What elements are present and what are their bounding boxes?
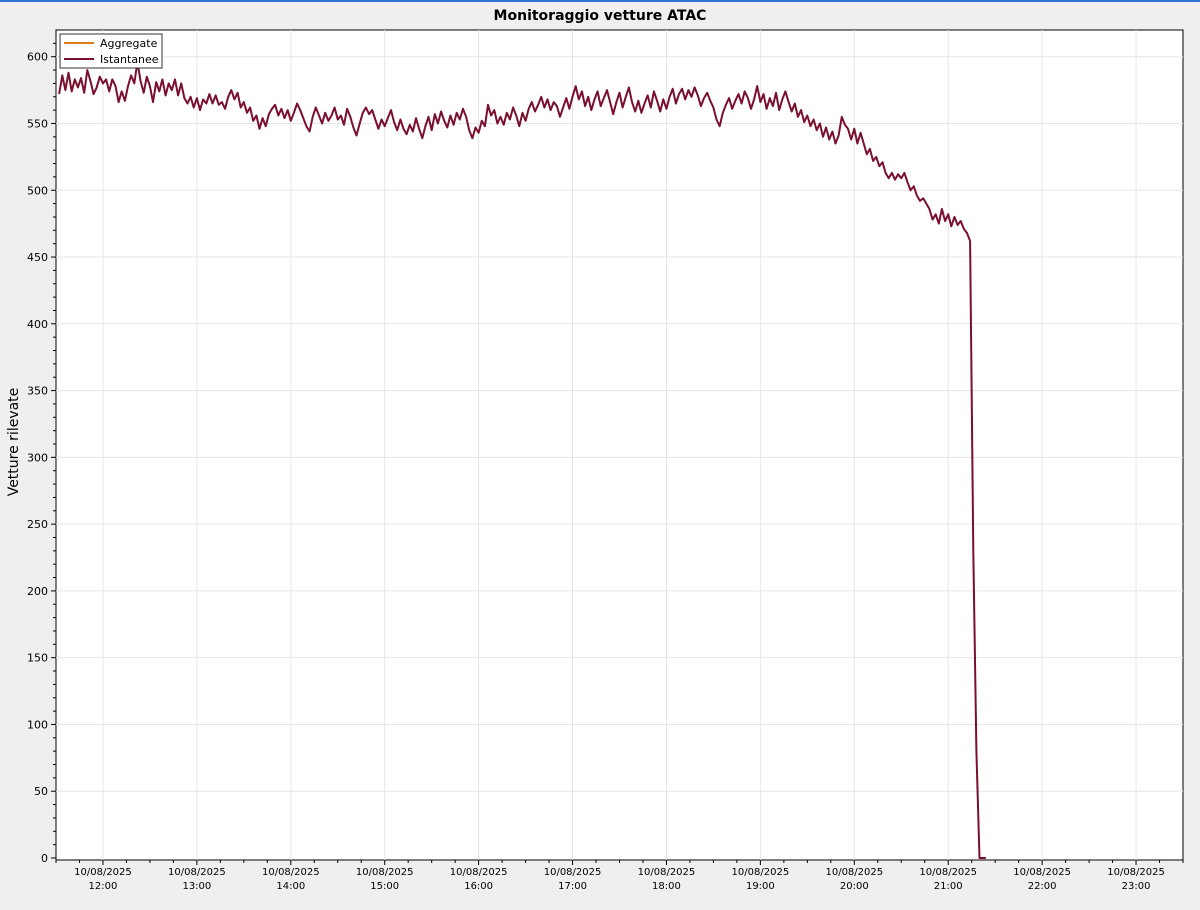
x-tick-date: 10/08/2025 [638, 867, 696, 878]
x-tick-time: 19:00 [746, 881, 775, 892]
x-tick-date: 10/08/2025 [919, 867, 977, 878]
x-tick-time: 15:00 [370, 881, 399, 892]
y-tick-label: 0 [41, 852, 48, 865]
y-tick-label: 100 [27, 718, 48, 731]
y-tick-label: 550 [27, 117, 48, 130]
y-tick-label: 400 [27, 318, 48, 331]
line-chart: 0 50 100 150 200 250 300 350 400 450 500 550 600 10/… [27, 29, 1184, 892]
x-tick-time: 23:00 [1122, 881, 1151, 892]
x-tick-date: 10/08/2025 [1013, 867, 1071, 878]
x-tick-time: 14:00 [276, 881, 305, 892]
x-tick-date: 10/08/2025 [262, 867, 320, 878]
y-tick-label: 250 [27, 518, 48, 531]
x-axis: 10/08/2025 12:00 10/08/2025 13:00 10/08/2025… [55, 860, 1184, 892]
legend-label-aggregate: Aggregate [100, 37, 158, 50]
y-axis: 0 50 100 150 200 250 300 350 400 450 500 550 600 [27, 42, 56, 865]
x-tick-time: 21:00 [934, 881, 963, 892]
plot-area [55, 29, 1184, 861]
y-tick-label: 300 [27, 451, 48, 464]
x-tick-date: 10/08/2025 [1107, 867, 1165, 878]
x-tick-date: 10/08/2025 [732, 867, 790, 878]
y-tick-label: 350 [27, 385, 48, 398]
x-tick-time: 12:00 [89, 881, 118, 892]
y-tick-label: 200 [27, 585, 48, 598]
x-tick-time: 20:00 [840, 881, 869, 892]
y-tick-label: 50 [34, 785, 48, 798]
legend-label-istantanee: Istantanee [100, 53, 159, 66]
x-tick-time: 17:00 [558, 881, 587, 892]
x-tick-date: 10/08/2025 [356, 867, 414, 878]
x-tick-date: 10/08/2025 [825, 867, 883, 878]
x-tick-date: 10/08/2025 [450, 867, 508, 878]
y-tick-label: 450 [27, 251, 48, 264]
x-tick-time: 16:00 [464, 881, 493, 892]
x-tick-date: 10/08/2025 [544, 867, 602, 878]
x-tick-date: 10/08/2025 [74, 867, 132, 878]
y-tick-label: 600 [27, 51, 48, 64]
y-tick-label: 500 [27, 184, 48, 197]
y-tick-label: 150 [27, 652, 48, 665]
legend: Aggregate Istantanee [59, 33, 163, 69]
x-tick-time: 13:00 [182, 881, 211, 892]
x-tick-time: 18:00 [652, 881, 681, 892]
x-tick-time: 22:00 [1028, 881, 1057, 892]
x-tick-date: 10/08/2025 [168, 867, 226, 878]
